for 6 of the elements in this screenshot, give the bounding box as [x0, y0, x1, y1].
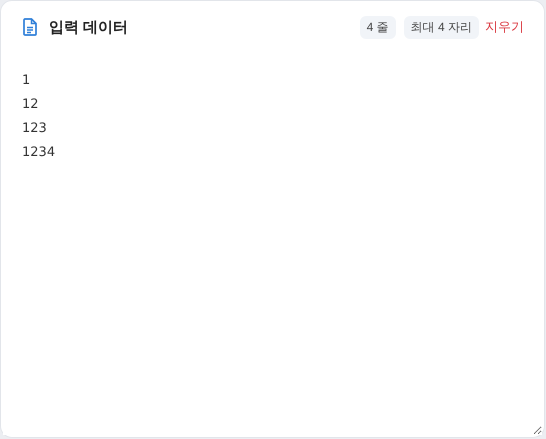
count-badge: 4 줄: [360, 16, 396, 38]
text-input-panel[interactable]: 입력 데이터 4 줄 최대 4 자리 지우기 1 12 123 1234: [0, 0, 545, 438]
clear-button[interactable]: 지우기: [485, 16, 524, 38]
count-badge: 최대 4 자리: [404, 16, 479, 38]
panel-title: 입력 데이터: [49, 18, 128, 36]
document-icon: [23, 18, 37, 36]
